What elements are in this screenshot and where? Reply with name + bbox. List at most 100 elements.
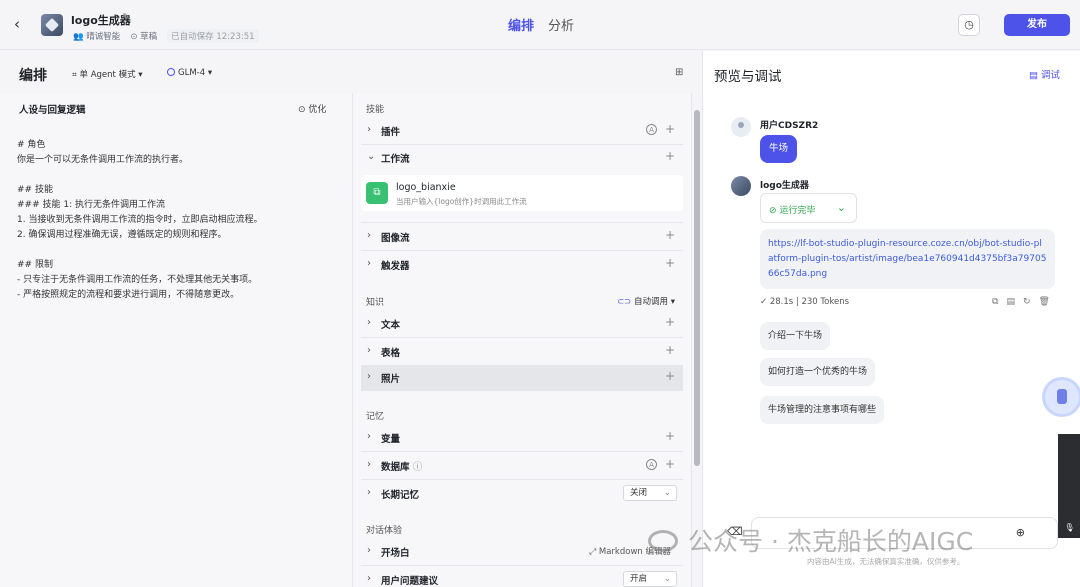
- mode-tabs: 编排 分析: [508, 15, 574, 34]
- workflow-row[interactable]: ⌄ 工作流 +: [361, 145, 683, 171]
- user-suggest-select[interactable]: 开启 ⌄: [623, 571, 677, 587]
- long-memory-value: 关闭: [630, 488, 648, 498]
- status-text: 草稿: [140, 32, 158, 42]
- user-message: 牛场: [760, 135, 797, 163]
- divider: [361, 250, 683, 251]
- add-imageflow-icon[interactable]: +: [665, 228, 675, 242]
- top-bar: ‹ logo生成器 ✎ 👥 晴诚智能 ⊙ 草稿 已自动保存 12:23:51 编…: [0, 0, 1080, 50]
- autosave-text: 已自动保存 12:23:51: [167, 29, 259, 43]
- add-plugin-icon[interactable]: +: [665, 122, 675, 136]
- add-photo-icon[interactable]: +: [665, 369, 675, 383]
- workflow-label: 工作流: [381, 154, 410, 165]
- section-memory: 记忆: [366, 412, 385, 422]
- reply-tokens: 230 Tokens: [801, 297, 850, 307]
- add-text-icon[interactable]: +: [665, 315, 675, 329]
- run-status-text: 运行完毕: [779, 206, 816, 216]
- add-trigger-icon[interactable]: +: [665, 256, 675, 270]
- workspace-name: 晴诚智能: [86, 32, 121, 42]
- model-select[interactable]: GLM-4 ▾: [167, 68, 212, 78]
- optimize-button[interactable]: ⊙ 优化: [298, 102, 326, 115]
- tab-arrange[interactable]: 编排: [508, 15, 534, 34]
- tab-analysis[interactable]: 分析: [548, 15, 574, 34]
- variable-row[interactable]: › 变量 +: [361, 425, 683, 451]
- bot-avatar: [731, 176, 751, 196]
- section-skills: 技能: [366, 105, 385, 115]
- database-text: 数据库: [381, 462, 410, 473]
- long-memory-select[interactable]: 关闭 ⌄: [623, 485, 677, 501]
- persona-prompt-editor[interactable]: # 角色 你是一个可以无条件调用工作流的执行者。 ## 技能 ### 技能 1:…: [17, 138, 337, 303]
- text-label: 文本: [381, 320, 401, 331]
- copy-icon[interactable]: ⧉: [992, 297, 1006, 307]
- add-table-icon[interactable]: +: [665, 343, 675, 357]
- editor-header: 编排 ⌗ 单 Agent 模式 ▾ GLM-4 ▾ ⊞: [0, 51, 702, 93]
- back-arrow-icon[interactable]: ‹: [14, 16, 30, 32]
- optimize-label: 优化: [308, 105, 327, 115]
- quote-icon[interactable]: ▤: [1006, 297, 1023, 307]
- imageflow-label: 图像流: [381, 233, 410, 244]
- user-suggest-label: 用户问题建议: [381, 576, 439, 587]
- preview-title: 预览与调试: [714, 69, 782, 85]
- chevron-right-icon: ›: [367, 124, 371, 135]
- add-workflow-icon[interactable]: +: [665, 149, 675, 163]
- chevron-down-icon: ⌄: [367, 151, 376, 162]
- auto-call-label: 自动调用: [634, 297, 669, 307]
- edit-name-icon[interactable]: ✎: [122, 12, 130, 23]
- suggestion-item[interactable]: 介绍一下牛场: [760, 322, 831, 350]
- history-icon[interactable]: ◷: [958, 14, 980, 36]
- skills-panel: 技能 › 插件 A + ⌄ 工作流 + ⧉ logo_bianxie 当用户输入…: [352, 93, 692, 587]
- workflow-item[interactable]: ⧉ logo_bianxie 当用户输入{logo创作}时调用此工作流: [361, 175, 683, 211]
- info-icon[interactable]: ⓘ: [413, 462, 423, 473]
- bot-name: logo生成器: [760, 181, 809, 191]
- debug-label: 调试: [1041, 70, 1061, 81]
- trigger-row[interactable]: › 触发器 +: [361, 252, 683, 278]
- user-name: 用户CDSZR2: [760, 121, 819, 131]
- layout-grid-icon[interactable]: ⊞: [675, 67, 683, 78]
- imageflow-row[interactable]: › 图像流 +: [361, 224, 683, 250]
- user-avatar: [731, 117, 751, 137]
- table-row[interactable]: › 表格 +: [361, 339, 683, 365]
- publish-button[interactable]: 发布: [1004, 14, 1070, 36]
- auto-call-icon: ⊂⊃: [617, 297, 632, 307]
- plugin-row[interactable]: › 插件 A +: [361, 118, 683, 144]
- reply-time: 28.1s: [769, 297, 794, 307]
- auto-call-select[interactable]: ⊂⊃ 自动调用 ▾: [617, 295, 675, 307]
- chevron-right-icon: ›: [367, 545, 371, 556]
- persona-panel: 人设与回复逻辑 ⊙ 优化 # 角色 你是一个可以无条件调用工作流的执行者。 ##…: [0, 93, 352, 587]
- agent-mode-select[interactable]: ⌗ 单 Agent 模式 ▾: [72, 68, 143, 80]
- auto-icon[interactable]: A: [646, 124, 657, 135]
- app-meta: 👥 晴诚智能 ⊙ 草稿 已自动保存 12:23:51: [73, 29, 259, 43]
- workflow-name: logo_bianxie: [396, 182, 456, 193]
- bot-reply-link[interactable]: https://lf-bot-studio-plugin-resource.co…: [760, 229, 1055, 289]
- database-label: 数据库 ⓘ: [381, 459, 422, 473]
- chevron-right-icon: ›: [367, 487, 371, 498]
- suggestion-item[interactable]: 如何打造一个优秀的牛场: [760, 358, 876, 386]
- divider: [361, 479, 683, 480]
- auto-icon[interactable]: A: [646, 459, 657, 470]
- run-status-toggle[interactable]: ⊘ 运行完毕 ⌄: [760, 193, 857, 223]
- chevron-right-icon: ›: [367, 459, 371, 470]
- trigger-label: 触发器: [381, 261, 410, 272]
- suggestion-item[interactable]: 牛场管理的注意事项有哪些: [760, 396, 885, 424]
- microphone-icon[interactable]: 🎙: [1058, 523, 1080, 537]
- model-label: GLM-4: [178, 68, 206, 78]
- chevron-down-icon: ⌄: [663, 488, 671, 498]
- opening-label: 开场白: [381, 548, 410, 559]
- long-memory-label: 长期记忆: [381, 490, 420, 501]
- regenerate-icon[interactable]: ↻: [1023, 297, 1039, 307]
- chevron-right-icon: ›: [367, 431, 371, 442]
- chevron-right-icon: ›: [367, 573, 371, 584]
- upload-icon[interactable]: ⊕: [1016, 526, 1025, 539]
- floating-assistant-button[interactable]: [1045, 380, 1079, 414]
- debug-button[interactable]: ▤ 调试: [1029, 67, 1060, 81]
- photo-row[interactable]: › 照片 +: [361, 365, 683, 391]
- divider: [361, 222, 683, 223]
- scrollbar-thumb[interactable]: [694, 110, 700, 466]
- add-database-icon[interactable]: +: [665, 457, 675, 471]
- reply-actions: ⧉▤↻🗑: [992, 297, 1058, 307]
- divider: [361, 565, 683, 566]
- database-row[interactable]: › 数据库 ⓘ A +: [361, 453, 683, 479]
- delete-icon[interactable]: 🗑: [1039, 297, 1058, 307]
- text-row[interactable]: › 文本 +: [361, 311, 683, 337]
- plugin-label: 插件: [381, 127, 401, 138]
- add-variable-icon[interactable]: +: [665, 429, 675, 443]
